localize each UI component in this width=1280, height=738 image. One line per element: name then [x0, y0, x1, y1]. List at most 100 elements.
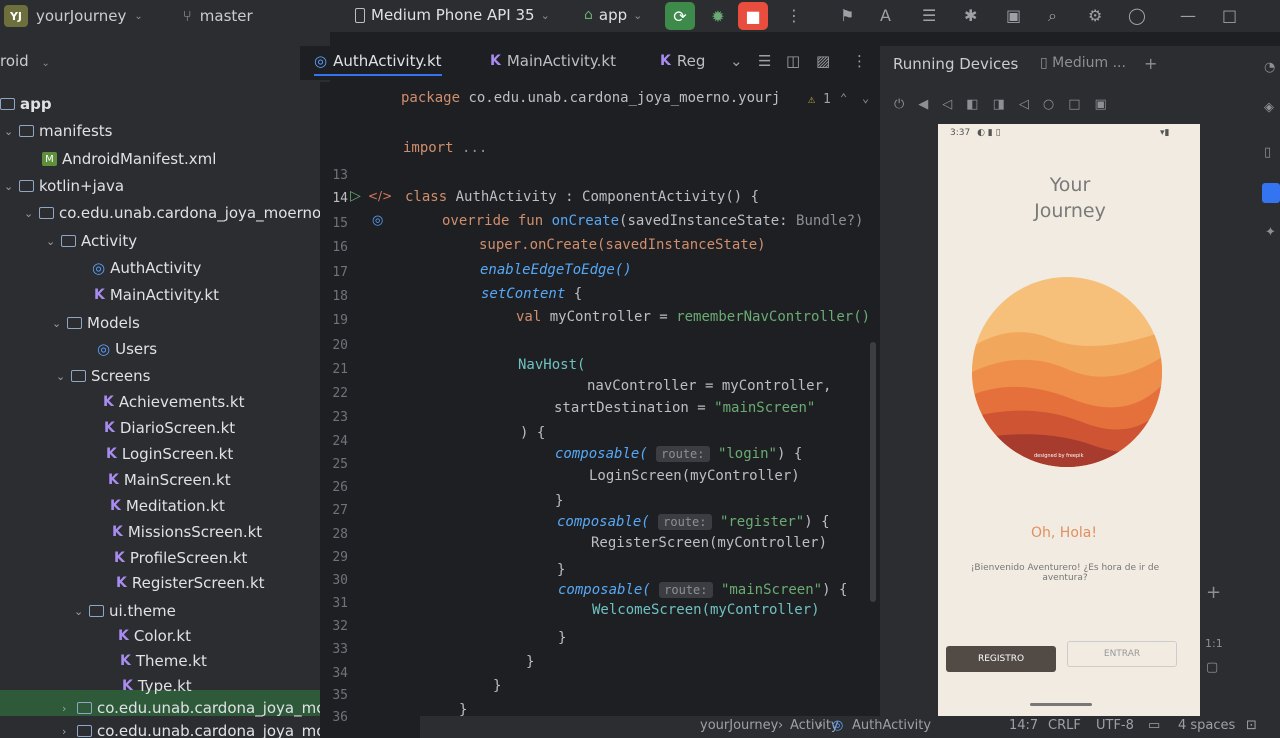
tree-item-activity[interactable]: ⌄ Activity [46, 232, 137, 250]
gradle-icon[interactable]: ◈ [1264, 100, 1274, 115]
tree-item-manifests[interactable]: ⌄ manifests [4, 122, 113, 140]
more-icon[interactable]: ⋮ [852, 52, 867, 70]
tree-item-package-android-test[interactable]: › co.edu.unab.cardona_joya_moerno [62, 699, 359, 717]
tree-item-meditation[interactable]: K Meditation.kt [110, 497, 225, 515]
breadcrumb-project[interactable]: yourJourney [700, 718, 778, 733]
power-icon[interactable]: ⏻ [894, 97, 904, 112]
minimize-icon[interactable]: — [1180, 6, 1196, 25]
code-editor[interactable]: package co.edu.unab.cardona_joya_moerno.… [400, 82, 880, 738]
tree-item-ui-theme[interactable]: ⌄ ui.theme [74, 602, 176, 620]
running-devices-side-icon[interactable] [1262, 183, 1280, 203]
volume-up-icon[interactable]: ◀ [918, 97, 928, 112]
branch-selector[interactable]: ⑂ master [183, 7, 253, 25]
enter-button[interactable]: ENTRAR [1067, 641, 1177, 667]
tree-item-users[interactable]: ◎ Users [97, 340, 157, 358]
rotate-right-icon[interactable]: ◨ [993, 97, 1005, 112]
line-separator[interactable]: CRLF [1048, 718, 1081, 733]
chevron-right-icon[interactable]: › [62, 725, 72, 738]
debug-button[interactable]: ✹ [703, 2, 733, 30]
chevron-down-icon[interactable]: ⌄ [24, 207, 34, 220]
tab-register[interactable]: K Reg [660, 52, 705, 70]
tree-item-profile-screen[interactable]: K ProfileScreen.kt [114, 549, 247, 567]
rotate-left-icon[interactable]: ◧ [966, 97, 978, 112]
actual-size-icon[interactable]: 1:1 [1205, 637, 1223, 650]
tree-item-android-manifest[interactable]: M AndroidManifest.xml [42, 150, 216, 168]
tree-item-color[interactable]: K Color.kt [118, 627, 191, 645]
project-selector[interactable]: YJ yourJourney ⌄ [4, 5, 143, 27]
tree-item-type[interactable]: K Type.kt [122, 677, 192, 695]
tab-main-activity[interactable]: K MainActivity.kt [490, 52, 616, 70]
tree-item-package-test[interactable]: › co.edu.unab.cardona_joya_moerno [62, 722, 359, 738]
readonly-toggle-icon[interactable]: ▭ [1148, 718, 1160, 733]
chevron-down-icon[interactable]: ⌄ [862, 91, 869, 105]
chevron-up-icon[interactable]: ⌃ [840, 91, 847, 105]
fit-screen-icon[interactable]: ▢ [1206, 660, 1218, 675]
design-view-icon[interactable]: ▨ [816, 52, 830, 70]
overview-icon[interactable]: □ [1068, 97, 1080, 112]
more-icon[interactable]: ⋮ [786, 6, 802, 25]
chevron-down-icon[interactable]: ⌄ [4, 180, 14, 193]
warning-icon[interactable]: ⚠ [808, 92, 815, 106]
run-gutter-icon[interactable]: ▷ [350, 188, 361, 204]
tree-item-screens[interactable]: ⌄ Screens [56, 367, 150, 385]
tree-item-app[interactable]: app [0, 95, 52, 113]
caret-position[interactable]: 14:7 [1009, 718, 1038, 733]
tree-item-theme[interactable]: K Theme.kt [120, 652, 207, 670]
tree-item-main-activity[interactable]: K MainActivity.kt [94, 286, 219, 304]
indent-setting[interactable]: 4 spaces [1178, 718, 1235, 733]
tree-item-kotlin-java[interactable]: ⌄ kotlin+java [4, 177, 124, 195]
zoom-in-icon[interactable]: + [1206, 582, 1221, 603]
home-icon[interactable]: ○ [1043, 97, 1054, 112]
maximize-icon[interactable]: □ [1222, 6, 1237, 25]
chevron-down-icon[interactable]: ⌄ [56, 370, 66, 383]
tree-item-missions-screen[interactable]: K MissionsScreen.kt [112, 523, 262, 541]
device-manager-side-icon[interactable]: ▯ [1264, 145, 1271, 160]
folded-imports[interactable]: ... [462, 140, 487, 156]
code-view-icon[interactable]: ☰ [758, 52, 771, 70]
notifications-icon[interactable]: ◔ [1264, 60, 1275, 75]
bug-icon[interactable]: ✱ [964, 6, 977, 25]
account-icon[interactable]: ◯ [1128, 6, 1146, 25]
back-icon[interactable]: ◁ [1019, 97, 1029, 112]
chevron-down-icon[interactable]: ⌄ [74, 605, 84, 618]
chevron-down-icon[interactable]: ⌄ [46, 235, 56, 248]
gemini-icon[interactable]: ✦ [1265, 225, 1276, 240]
code-text: (savedInstanceState: [619, 213, 788, 229]
settings-icon[interactable]: ⚙ [1088, 6, 1102, 25]
volume-down-icon[interactable]: ◁ [942, 97, 952, 112]
tree-item-package[interactable]: ⌄ co.edu.unab.cardona_joya_moerno [24, 204, 321, 222]
add-device-icon[interactable]: + [1144, 54, 1157, 73]
chevron-right-icon[interactable]: › [62, 702, 72, 715]
layout-inspector-icon[interactable]: ☰ [922, 6, 936, 25]
editor-scrollbar[interactable] [870, 342, 876, 602]
kotlin-file-icon: K [120, 653, 131, 669]
snapshot-icon[interactable]: ▣ [1095, 97, 1107, 112]
stop-button[interactable]: ■ [738, 2, 768, 30]
profiler-icon[interactable]: ⚑ [840, 6, 854, 25]
tree-item-auth-activity[interactable]: ◎ AuthActivity [92, 259, 201, 277]
code-line-15: override fun onCreate(savedInstanceState… [442, 213, 863, 229]
chevron-down-icon[interactable]: ⌄ [4, 125, 14, 138]
tree-item-main-screen[interactable]: K MainScreen.kt [108, 471, 231, 489]
breadcrumb-class[interactable]: AuthActivity [852, 718, 931, 733]
file-encoding[interactable]: UTF-8 [1096, 718, 1134, 733]
chevron-down-icon[interactable]: ⌄ [52, 317, 62, 330]
tree-item-achievements[interactable]: K Achievements.kt [103, 393, 245, 411]
device-manager-icon[interactable]: ▣ [1006, 6, 1021, 25]
register-button[interactable]: REGISTRO [946, 646, 1056, 672]
tree-item-diario-screen[interactable]: K DiarioScreen.kt [104, 419, 235, 437]
rerun-button[interactable]: ⟳ [665, 2, 695, 30]
split-view-icon[interactable]: ◫ [786, 52, 800, 70]
tree-item-register-screen[interactable]: K RegisterScreen.kt [116, 574, 265, 592]
tree-item-login-screen[interactable]: K LoginScreen.kt [106, 445, 233, 463]
translate-icon[interactable]: A [880, 6, 891, 25]
device-selector[interactable]: Medium Phone API 35 ⌄ [355, 6, 550, 24]
project-view-selector[interactable]: roid ⌄ [0, 52, 50, 70]
lock-icon[interactable]: ⊡ [1246, 718, 1257, 733]
tab-medium-phone[interactable]: ▯ Medium ... [1040, 55, 1126, 71]
search-icon[interactable]: ⌕ [1048, 6, 1057, 26]
tree-item-models[interactable]: ⌄ Models [52, 314, 140, 332]
tab-auth-activity[interactable]: ◎ AuthActivity.kt [314, 52, 442, 76]
run-config-selector[interactable]: ⌂ app ⌄ [584, 6, 642, 24]
tab-list-dropdown[interactable]: ⌄ [730, 52, 743, 70]
